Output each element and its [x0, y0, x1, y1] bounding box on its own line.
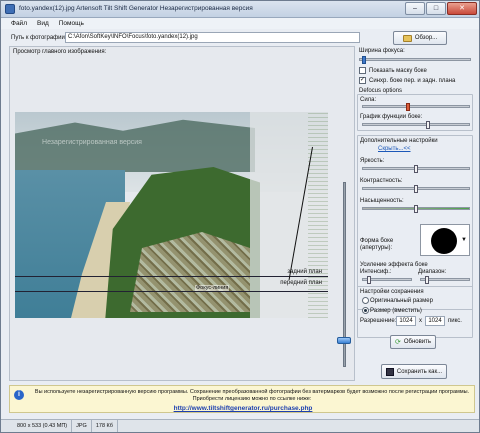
preview-panel: Просмотр главного изображения: Незарегис…: [9, 46, 355, 381]
range-thumb[interactable]: [425, 276, 429, 284]
sync-bokeh-label: Синхр. боке пер. и задн. плана: [369, 78, 456, 84]
front-plane-line[interactable]: [15, 291, 328, 292]
fit-size-label: Размер (вместить): [370, 308, 422, 314]
close-button[interactable]: ✕: [447, 2, 477, 15]
browse-button[interactable]: Обзор...: [393, 31, 447, 45]
intensity-thumb[interactable]: [367, 276, 371, 284]
watermark: Незарегистрированная версия: [42, 139, 142, 146]
range-label: Диапазон:: [418, 269, 447, 275]
focus-width-slider[interactable]: [359, 56, 471, 64]
extra-settings-title: Дополнительные настройки: [360, 138, 438, 144]
brightness-slider[interactable]: [362, 165, 470, 173]
menu-file[interactable]: Файл: [11, 18, 27, 29]
saturation-label: Насыщенность:: [360, 198, 404, 204]
show-mask-checkbox[interactable]: [359, 67, 366, 74]
resolution-unit: пикс.: [448, 318, 462, 324]
floppy-disk-icon: [385, 367, 394, 376]
focus-width-label: Ширина фокуса:: [359, 48, 405, 54]
strength-thumb[interactable]: [406, 103, 410, 111]
window-controls: – □ ✕: [405, 2, 477, 15]
saturation-thumb[interactable]: [414, 205, 418, 213]
focus-line-label: Фокус-линия: [195, 285, 230, 291]
preview-image[interactable]: Незарегистрированная версия Фокус-линия …: [15, 112, 328, 318]
focus-width-thumb[interactable]: [362, 56, 366, 64]
circle-aperture-icon: [431, 228, 457, 254]
unregistered-info-bar: i Вы используете незарегистрированную ве…: [9, 385, 475, 413]
sync-bokeh-checkbox[interactable]: ✓: [359, 77, 366, 84]
hide-extra-link[interactable]: Скрыть...<<: [378, 146, 411, 152]
app-window: foto.yandex(12).jpg Artensoft Tilt Shift…: [0, 0, 480, 433]
status-bar: 800 x 533 (0.43 МП) JPG 178 Кб: [1, 419, 479, 432]
back-plane-label: задний план: [287, 269, 322, 275]
menu-view[interactable]: Вид: [37, 18, 49, 29]
focus-position-handle[interactable]: [337, 337, 351, 344]
aperture-select[interactable]: ▼: [420, 224, 470, 256]
info-icon: i: [14, 390, 24, 400]
maximize-button[interactable]: □: [426, 2, 446, 15]
intensity-label: Интенсиф.:: [360, 269, 392, 275]
folder-icon: [402, 34, 412, 42]
photo-gradient-stripes: [308, 112, 328, 318]
front-plane-label: передний план: [280, 280, 322, 286]
save-as-button[interactable]: Сохранить как...: [381, 364, 447, 379]
save-settings-title: Настройки сохранения: [360, 289, 424, 295]
settings-panel: Ширина фокуса: Показать маску боке ✓ Син…: [357, 46, 475, 381]
defocus-group: Сила: График функции боке:: [357, 94, 473, 131]
resolution-width-input[interactable]: 1024: [396, 316, 416, 326]
minimize-button[interactable]: –: [405, 2, 425, 15]
extra-settings-group: Дополнительные настройки Скрыть...<< Ярк…: [357, 135, 473, 310]
brightness-thumb[interactable]: [414, 165, 418, 173]
bokeh-curve-thumb[interactable]: [426, 121, 430, 129]
range-slider[interactable]: [420, 276, 470, 284]
info-text: Вы используете незарегистрированную верс…: [34, 389, 470, 402]
status-dimensions: 800 x 533 (0.43 МП): [17, 420, 73, 432]
contrast-thumb[interactable]: [414, 185, 418, 193]
enhance-title: Усиление эффекта боке: [360, 262, 428, 268]
bokeh-curve-slider[interactable]: [362, 121, 470, 129]
path-row: Путь к фотографии: C:\Afon\SoftKey\INFO\…: [1, 29, 479, 46]
path-label: Путь к фотографии:: [11, 35, 67, 41]
status-filesize: 178 Кб: [96, 420, 118, 432]
show-mask-label: Показать маску боке: [369, 68, 427, 74]
aperture-label: Форма боке (апертуры):: [360, 238, 394, 251]
refresh-label: Обновить: [403, 339, 432, 345]
resolution-height-input[interactable]: 1024: [425, 316, 445, 326]
saturation-slider[interactable]: [362, 205, 470, 213]
resolution-label: Разрешение:: [360, 318, 397, 324]
path-input[interactable]: C:\Afon\SoftKey\INFO\Focus\foto.yandex(1…: [65, 32, 360, 43]
strength-slider[interactable]: [362, 103, 470, 111]
refresh-button[interactable]: ⟳ Обновить: [390, 335, 436, 349]
menu-bar: Файл Вид Помощь: [1, 18, 479, 29]
title-bar[interactable]: foto.yandex(12).jpg Artensoft Tilt Shift…: [1, 1, 479, 18]
save-settings-group: Настройки сохранения Оригинальный размер…: [357, 286, 473, 338]
refresh-icon: ⟳: [394, 339, 401, 346]
brightness-label: Яркость:: [360, 158, 385, 164]
back-plane-line[interactable]: [15, 276, 328, 277]
menu-help[interactable]: Помощь: [59, 18, 84, 29]
browse-label: Обзор...: [414, 35, 438, 41]
chevron-down-icon: ▼: [461, 237, 467, 243]
status-format: JPG: [76, 420, 92, 432]
strength-label: Сила:: [360, 97, 377, 103]
contrast-slider[interactable]: [362, 185, 470, 193]
preview-label: Просмотр главного изображения:: [13, 49, 107, 55]
bokeh-curve-label: График функции боке:: [360, 114, 423, 120]
original-size-label: Оригинальный размер: [370, 298, 433, 304]
window-title: foto.yandex(12).jpg Artensoft Tilt Shift…: [19, 5, 253, 12]
intensity-slider[interactable]: [362, 276, 412, 284]
save-as-label: Сохранить как...: [396, 368, 443, 375]
original-size-radio[interactable]: [362, 297, 369, 304]
fit-size-radio[interactable]: [362, 307, 369, 314]
contrast-label: Контрастность:: [360, 178, 403, 184]
app-icon: [5, 4, 15, 14]
resolution-separator: x: [419, 318, 422, 324]
purchase-link[interactable]: http://www.tiltshiftgenerator.ru/purchas…: [10, 405, 476, 412]
